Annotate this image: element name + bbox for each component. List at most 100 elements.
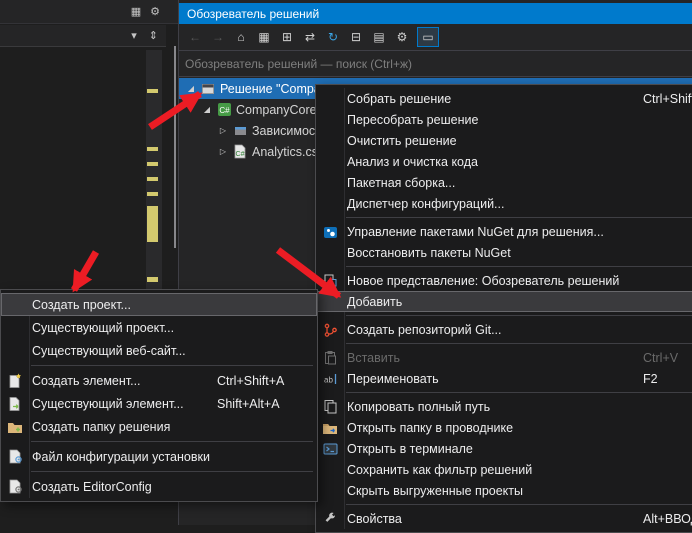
- expander-icon[interactable]: ◢: [199, 99, 215, 120]
- toolbar-collapse-all-button[interactable]: ⊟: [345, 27, 367, 47]
- editor-nav-bar: ▾⇕: [0, 25, 166, 47]
- menu-item-label: Открыть в терминале: [344, 442, 473, 456]
- menu-item-label: Сохранить как фильтр решений: [344, 463, 532, 477]
- configfile-icon: [1, 449, 29, 464]
- toolbar-refresh-button[interactable]: ↻: [322, 27, 344, 47]
- add-submenu: Создать проект...Существующий проект...С…: [0, 289, 318, 502]
- menu-item[interactable]: Сохранить как фильтр решений: [316, 459, 692, 480]
- menu-item[interactable]: ВставитьCtrl+V: [316, 347, 692, 368]
- panel-title: Обозреватель решений: [187, 7, 319, 21]
- toolbar-pending-changes-filter-button[interactable]: ⊞: [276, 27, 298, 47]
- rename-icon: ab: [316, 372, 344, 386]
- menu-item-label: Создать EditorConfig: [29, 480, 152, 494]
- menu-item[interactable]: Скрыть выгруженные проекты: [316, 480, 692, 501]
- menu-item[interactable]: Создать проект...: [1, 293, 317, 316]
- menu-item-label: Файл конфигурации установки: [29, 450, 210, 464]
- menu-item[interactable]: ab Переименовать F2: [316, 368, 692, 389]
- panel-title-bar[interactable]: Обозреватель решений: [179, 3, 692, 24]
- toolbar-switch-views-button[interactable]: ▦: [253, 27, 275, 47]
- panel-splitter[interactable]: [174, 46, 176, 248]
- menu-item[interactable]: Файл конфигурации установки: [1, 445, 317, 468]
- expander-icon[interactable]: ▷: [215, 141, 231, 162]
- svg-text:ab: ab: [324, 375, 333, 384]
- preview-selected-items-icon: ▭: [422, 30, 433, 44]
- tree-item-label: Зависимост: [249, 124, 321, 138]
- menu-item[interactable]: Новое представление: Обозреватель решени…: [316, 270, 692, 291]
- home-icon: ⌂: [237, 30, 244, 44]
- menu-item[interactable]: Управление пакетами NuGet для решения...: [316, 221, 692, 242]
- modified-line-marker: [147, 277, 158, 282]
- existingitem-icon: [1, 396, 29, 411]
- menu-item-label: Копировать полный путь: [344, 400, 490, 414]
- solution-view-icon: [316, 273, 344, 288]
- toolbar-show-all-files-button[interactable]: ▤: [368, 27, 390, 47]
- menu-separator: [346, 266, 692, 267]
- toolbar-sync-with-active-document-button[interactable]: ⇄: [299, 27, 321, 47]
- toolbar-home-button[interactable]: ⌂: [230, 27, 252, 47]
- menu-item[interactable]: Создать папку решения: [1, 415, 317, 438]
- menu-item[interactable]: Существующий веб-сайт...: [1, 339, 317, 362]
- paste-icon: [316, 350, 344, 365]
- sync-with-active-document-icon: ⇄: [305, 30, 315, 44]
- menu-item[interactable]: Восстановить пакеты NuGet: [316, 242, 692, 263]
- menu-item[interactable]: Создать элемент...Ctrl+Shift+A: [1, 369, 317, 392]
- toolbar-back-button[interactable]: ←: [184, 27, 206, 47]
- copy-path-icon: [316, 399, 344, 414]
- menu-item-shortcut: Ctrl+V: [643, 351, 678, 365]
- editor-scrollbar[interactable]: [146, 50, 162, 290]
- back-icon: ←: [189, 30, 201, 44]
- show-all-files-icon: ▤: [373, 30, 384, 44]
- svg-text:C#: C#: [236, 151, 245, 158]
- newitem-icon: [1, 373, 29, 388]
- menu-item-label: Создать папку решения: [29, 420, 170, 434]
- menu-item[interactable]: Создать репозиторий Git...: [316, 319, 692, 340]
- modified-line-marker: [147, 206, 158, 242]
- menu-item[interactable]: СвойстваAlt+ВВОД: [316, 508, 692, 529]
- chevron-down-icon[interactable]: ▾: [131, 29, 137, 42]
- menu-item[interactable]: Диспетчер конфигураций...: [316, 193, 692, 214]
- menu-item[interactable]: Создать EditorConfig: [1, 475, 317, 498]
- menu-separator: [346, 392, 692, 393]
- menu-item-label: Открыть папку в проводнике: [344, 421, 513, 435]
- properties-icon: [316, 512, 344, 526]
- nuget-icon: [316, 224, 344, 239]
- modified-line-marker: [147, 89, 158, 93]
- menu-item-label: Управление пакетами NuGet для решения...: [344, 225, 604, 239]
- search-box: [179, 50, 692, 77]
- panel-grid-icon[interactable]: ▦: [131, 5, 141, 18]
- modified-line-marker: [147, 147, 158, 151]
- menu-item[interactable]: Открыть папку в проводнике: [316, 417, 692, 438]
- editor-top-bar: ▦⚙: [0, 0, 178, 24]
- git-icon: [316, 322, 344, 338]
- vs-window: ▦⚙ ▾⇕ Обозреватель решений ←→⌂▦⊞⇄↻⊟▤⚙▭ ◢…: [0, 0, 692, 525]
- menu-item[interactable]: Копировать полный путь: [316, 396, 692, 417]
- menu-item[interactable]: Анализ и очистка кода: [316, 151, 692, 172]
- menu-item[interactable]: Существующий проект...: [1, 316, 317, 339]
- tree-item-label: CompanyCoreL: [233, 103, 324, 117]
- toolbar-preview-selected-items-button[interactable]: ▭: [417, 27, 439, 47]
- menu-item[interactable]: Существующий элемент...Shift+Alt+A: [1, 392, 317, 415]
- menu-item[interactable]: Собрать решениеCtrl+Shift+B: [316, 88, 692, 109]
- expander-icon[interactable]: ◢: [183, 78, 199, 99]
- menu-item-label: Пакетная сборка...: [344, 176, 455, 190]
- collapse-all-icon: ⊟: [351, 30, 361, 44]
- menu-item-shortcut: F2: [643, 372, 658, 386]
- menu-separator: [346, 343, 692, 344]
- menu-separator: [31, 441, 313, 442]
- scrollbar-splitter-icon[interactable]: ⇕: [149, 29, 158, 42]
- menu-item[interactable]: Пересобрать решение: [316, 109, 692, 130]
- menu-item[interactable]: Добавить: [316, 291, 692, 312]
- menu-item-label: Переименовать: [344, 372, 439, 386]
- expander-icon[interactable]: ▷: [215, 120, 231, 141]
- toolbar-forward-button[interactable]: →: [207, 27, 229, 47]
- csproj-icon: C#: [215, 102, 233, 117]
- toolbar-properties-button[interactable]: ⚙: [391, 27, 413, 47]
- menu-item-label: Восстановить пакеты NuGet: [344, 246, 511, 260]
- gear-icon[interactable]: ⚙: [150, 5, 160, 18]
- menu-item[interactable]: Очистить решение: [316, 130, 692, 151]
- menu-item-label: Очистить решение: [344, 134, 457, 148]
- menu-item-shortcut: Ctrl+Shift+A: [217, 374, 284, 388]
- search-input[interactable]: [179, 56, 692, 72]
- menu-item[interactable]: Пакетная сборка...: [316, 172, 692, 193]
- menu-item[interactable]: Открыть в терминале: [316, 438, 692, 459]
